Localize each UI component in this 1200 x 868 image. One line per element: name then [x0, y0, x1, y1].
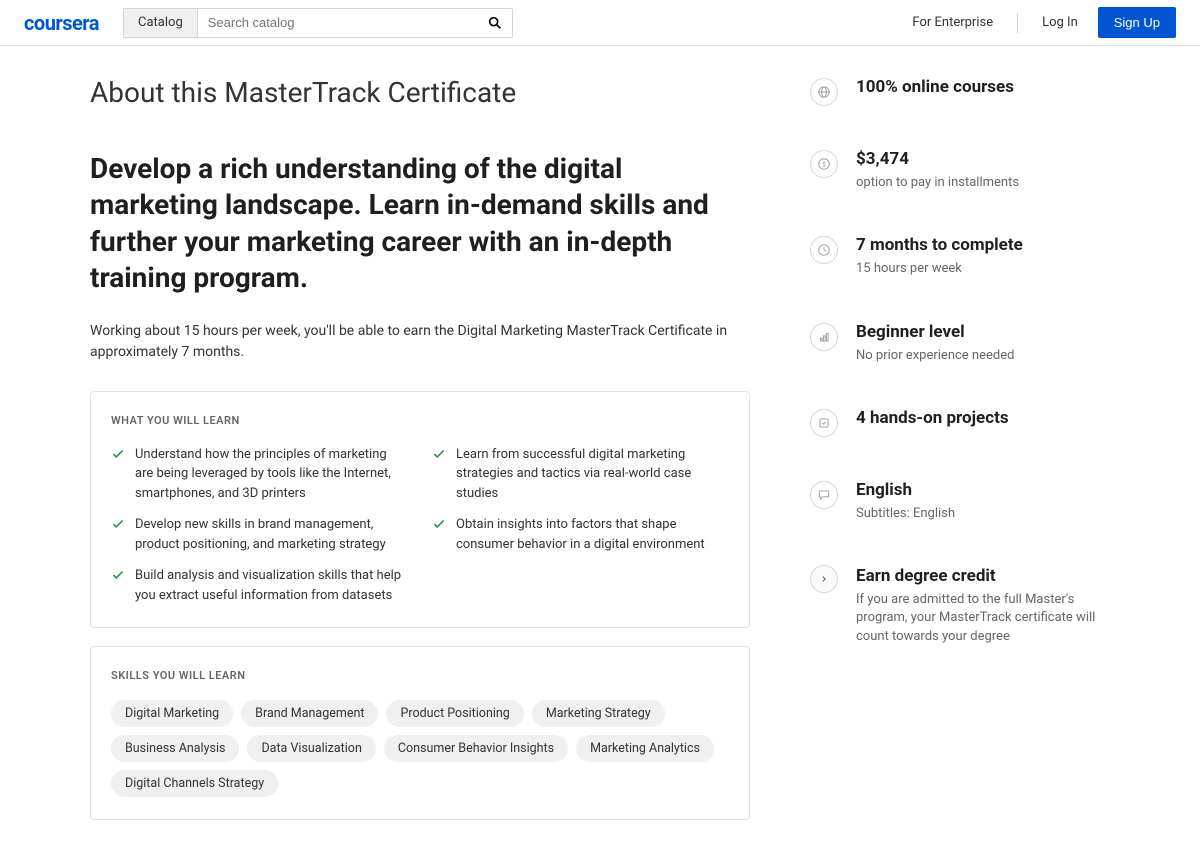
feature-title: English	[856, 479, 1110, 501]
feature-projects: 4 hands-on projects	[810, 407, 1110, 437]
feature-title: 7 months to complete	[856, 234, 1110, 256]
page-title: About this MasterTrack Certificate	[90, 76, 750, 109]
feature-title: 100% online courses	[856, 76, 1110, 98]
right-column: 100% online courses $ $3,474 option to p…	[810, 76, 1110, 838]
search-input[interactable]	[198, 9, 478, 37]
check-icon	[111, 568, 125, 582]
learn-text: Obtain insights into factors that shape …	[456, 515, 729, 554]
login-link[interactable]: Log In	[1026, 7, 1094, 38]
feature-level: Beginner level No prior experience neede…	[810, 321, 1110, 365]
feature-title: $3,474	[856, 148, 1110, 170]
check-icon	[111, 517, 125, 531]
learn-text: Learn from successful digital marketing …	[456, 445, 729, 504]
skill-chip: Brand Management	[241, 700, 378, 727]
subtext: Working about 15 hours per week, you'll …	[90, 321, 750, 363]
left-column: About this MasterTrack Certificate Devel…	[90, 76, 750, 838]
skill-chip: Business Analysis	[111, 735, 239, 762]
learn-item: Develop new skills in brand management, …	[111, 515, 408, 554]
skill-chip: Data Visualization	[247, 735, 375, 762]
feature-price: $ $3,474 option to pay in installments	[810, 148, 1110, 192]
skill-chip: Product Positioning	[386, 700, 523, 727]
feature-title: Beginner level	[856, 321, 1110, 343]
catalog-button[interactable]: Catalog	[124, 9, 198, 37]
skill-chip: Marketing Strategy	[532, 700, 665, 727]
skills-box: SKILLS YOU WILL LEARN Digital Marketing …	[90, 646, 750, 820]
main-container: About this MasterTrack Certificate Devel…	[90, 46, 1110, 868]
feature-title: 4 hands-on projects	[856, 407, 1110, 429]
clock-icon	[810, 236, 838, 264]
logo[interactable]: coursera	[24, 11, 99, 35]
feature-sub: option to pay in installments	[856, 174, 1110, 192]
header: coursera Catalog For Enterprise Log In S…	[0, 0, 1200, 46]
search-button[interactable]	[478, 9, 512, 37]
skill-chip: Digital Channels Strategy	[111, 770, 278, 797]
chevron-right-icon	[810, 565, 838, 593]
globe-icon	[810, 78, 838, 106]
for-enterprise-link[interactable]: For Enterprise	[896, 7, 1009, 38]
check-icon	[432, 517, 446, 531]
skills-box-title: SKILLS YOU WILL LEARN	[111, 669, 729, 682]
feature-language: English Subtitles: English	[810, 479, 1110, 523]
speech-icon	[810, 481, 838, 509]
project-icon	[810, 409, 838, 437]
signup-button[interactable]: Sign Up	[1098, 7, 1176, 38]
feature-sub: Subtitles: English	[856, 505, 1110, 523]
feature-sub: No prior experience needed	[856, 347, 1110, 365]
learn-grid: Understand how the principles of marketi…	[111, 445, 729, 606]
skill-chip: Marketing Analytics	[576, 735, 714, 762]
skill-chip: Consumer Behavior Insights	[384, 735, 568, 762]
headline: Develop a rich understanding of the digi…	[90, 151, 750, 297]
barchart-icon	[810, 323, 838, 351]
learn-item: Build analysis and visualization skills …	[111, 566, 408, 605]
learn-item: Obtain insights into factors that shape …	[432, 515, 729, 554]
feature-title: Earn degree credit	[856, 565, 1110, 587]
check-icon	[432, 447, 446, 461]
what-you-will-learn-box: WHAT YOU WILL LEARN Understand how the p…	[90, 391, 750, 629]
feature-sub: 15 hours per week	[856, 260, 1110, 278]
feature-duration: 7 months to complete 15 hours per week	[810, 234, 1110, 278]
search-wrap: Catalog	[123, 8, 513, 38]
dollar-icon: $	[810, 150, 838, 178]
header-right: For Enterprise Log In Sign Up	[896, 7, 1176, 38]
divider	[1017, 13, 1018, 33]
skills-wrap: Digital Marketing Brand Management Produ…	[111, 700, 729, 797]
learn-box-title: WHAT YOU WILL LEARN	[111, 414, 729, 427]
learn-text: Understand how the principles of marketi…	[135, 445, 408, 504]
search-icon	[487, 15, 503, 31]
learn-text: Develop new skills in brand management, …	[135, 515, 408, 554]
svg-text:$: $	[822, 160, 826, 168]
skill-chip: Digital Marketing	[111, 700, 233, 727]
feature-degree-credit[interactable]: Earn degree credit If you are admitted t…	[810, 565, 1110, 646]
feature-online: 100% online courses	[810, 76, 1110, 106]
learn-item: Learn from successful digital marketing …	[432, 445, 729, 504]
feature-sub: If you are admitted to the full Master's…	[856, 591, 1110, 646]
learn-text: Build analysis and visualization skills …	[135, 566, 408, 605]
learn-item: Understand how the principles of marketi…	[111, 445, 408, 504]
check-icon	[111, 447, 125, 461]
